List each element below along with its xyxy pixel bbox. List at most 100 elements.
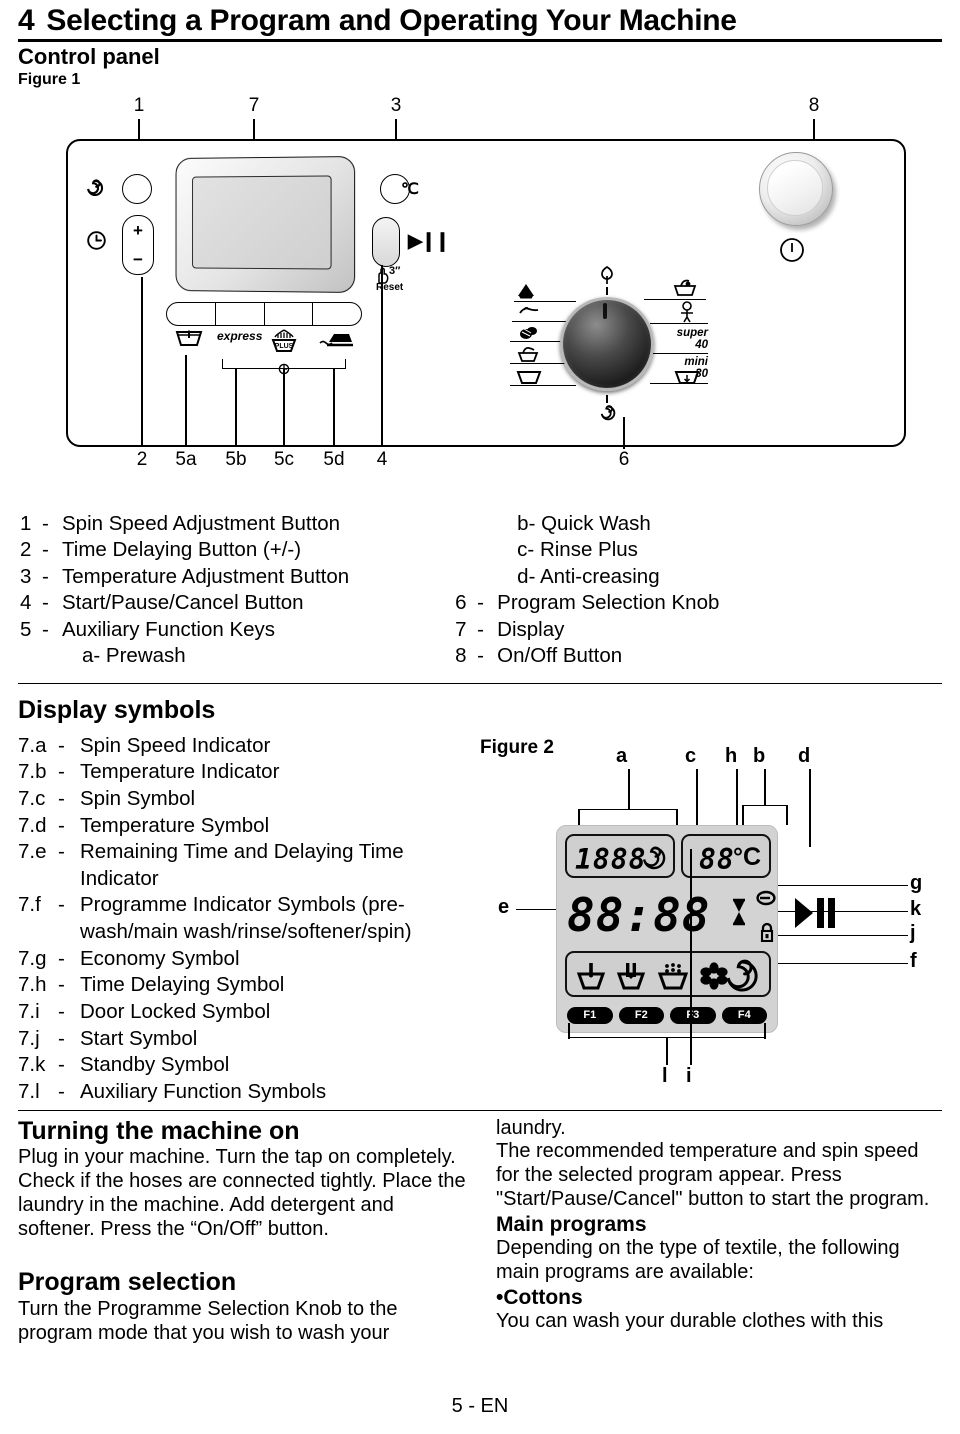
dial-tick-r2: [650, 323, 708, 325]
callout-5c: 5c: [273, 449, 295, 470]
time-delaying-button[interactable]: + −: [122, 215, 154, 275]
on-off-button[interactable]: [759, 152, 833, 226]
figure2-line-d: [809, 768, 811, 847]
list-item: 7.a - Spin Speed Indicator: [18, 733, 480, 760]
ds-text-cont: Indicator: [80, 866, 159, 890]
program-selection-knob[interactable]: [560, 297, 654, 391]
rinse-indicator-icon: [657, 962, 689, 995]
figure1-control-panel: 1 7 3 8 + − express PLUS ℃ ▶❙❙ 3″ Reset …: [14, 95, 946, 497]
figure2-bracket-a: [578, 808, 679, 811]
legend-text: Temperature Adjustment Button: [62, 564, 350, 588]
legend-column-right: b- Quick Wash c- Rinse Plus d- Anti-crea…: [455, 511, 719, 670]
start-pause-cancel-button[interactable]: [372, 217, 400, 267]
ds-dash: -: [58, 1053, 65, 1077]
figure2-bracket-b: [742, 804, 789, 807]
play-pause-icon: ▶❙❙: [408, 231, 450, 252]
ds-key: 7.g: [18, 946, 47, 970]
dial-prewash-bag-icon: [516, 283, 536, 301]
prewash-icon: [174, 329, 204, 354]
paragraph-main-programs: Depending on the type of textile, the fo…: [496, 1237, 900, 1284]
plus-label: +: [133, 221, 143, 240]
legend-subitem-b: b- Quick Wash: [517, 512, 651, 535]
economy-icon: [756, 890, 776, 911]
legend-item: 3- Temperature Adjustment Button: [20, 564, 349, 590]
power-icon: [779, 237, 805, 268]
aux-key-d[interactable]: [313, 303, 361, 325]
paragraph-cottons: You can wash your durable clothes with t…: [496, 1310, 884, 1333]
ds-text: Spin Speed Indicator: [80, 733, 271, 757]
ds-text: Economy Symbol: [80, 946, 240, 970]
ds-key: 7.b: [18, 760, 47, 784]
temperature-indicator-box: 88 °C: [681, 833, 772, 878]
figure2-line-f: [776, 962, 909, 965]
aux-key-c[interactable]: [265, 303, 314, 325]
spin-speed-adjustment-button[interactable]: [122, 174, 152, 204]
figure2-callout-b: b: [753, 744, 766, 767]
spin-indicator-icon: [725, 959, 759, 998]
ds-text: Temperature Indicator: [80, 760, 280, 784]
callout-1: 1: [133, 95, 145, 116]
figure2-display-symbols: Figure 2 a c h b d e g k j f 1888 88 °C …: [480, 733, 946, 1093]
dial-bottom-spin-icon: [598, 403, 618, 428]
callout-4: 4: [376, 449, 388, 470]
aux-key-b[interactable]: [216, 303, 265, 325]
legend-num: 6: [455, 591, 467, 615]
callout-3: 3: [390, 95, 402, 116]
anti-creasing-icon: [319, 329, 355, 356]
dial-baby-icon: [676, 301, 698, 325]
figure2-line-a: [628, 768, 630, 809]
ds-text: Programme Indicator Symbols (pre-: [80, 893, 405, 917]
legend-text: Auxiliary Function Keys: [62, 617, 276, 641]
display-symbols-list: 7.a - Spin Speed Indicator 7.b - Temperature…: [14, 733, 480, 1106]
legend-dash: -: [42, 538, 49, 562]
list-item: 7.k - Standby Symbol: [18, 1052, 480, 1079]
ds-key: 7.j: [18, 1026, 40, 1050]
legend-item: 7- Display: [455, 617, 719, 643]
auxiliary-function-keys[interactable]: [166, 302, 362, 326]
callout-line-5c: [283, 369, 285, 447]
f-pill-2: F2: [618, 1006, 665, 1024]
figure2-line-k: [768, 910, 909, 913]
callout-6: 6: [618, 449, 630, 470]
express-label: express: [217, 329, 263, 343]
legend-dash: -: [477, 644, 484, 668]
time-delay-icon: [86, 230, 107, 256]
dial-tick-2: [512, 321, 570, 323]
ds-key: 7.i: [18, 1000, 40, 1024]
ds-text: Standby Symbol: [80, 1053, 230, 1077]
degree-celsius-label: ℃: [401, 181, 419, 198]
ds-dash: -: [58, 1026, 65, 1050]
ds-text: Start Symbol: [80, 1026, 198, 1050]
legend-num: 5: [20, 617, 32, 641]
chapter-title-text: Selecting a Program and Operating Your M…: [46, 4, 737, 37]
ds-dash: -: [58, 946, 65, 970]
figure2-callout-e: e: [498, 895, 510, 918]
figure2-line-b: [764, 768, 766, 805]
callout-5d: 5d: [323, 449, 345, 470]
list-item: 7.f - Programme Indicator Symbols (pre-: [18, 892, 480, 919]
legend-num: 2: [20, 538, 32, 562]
legend-dash: -: [42, 617, 49, 641]
legend-item: 1- Spin Speed Adjustment Button: [20, 511, 349, 537]
ds-text: Time Delaying Symbol: [80, 973, 285, 997]
legend-item: 5- Auxiliary Function Keys: [20, 617, 349, 643]
spin-speed-icon: [84, 177, 106, 204]
legend-num: 1: [20, 512, 32, 535]
figure1-legend: 1- Spin Speed Adjustment Button 2- Time De…: [14, 511, 946, 670]
callout-line-2: [141, 277, 143, 447]
aux-bracket-d-icon: [278, 363, 290, 378]
legend-dash: -: [477, 591, 484, 615]
aux-key-a[interactable]: [167, 303, 216, 325]
ds-key: 7.f: [18, 893, 41, 917]
svg-text:PLUS: PLUS: [275, 343, 294, 350]
dial-bottom-tick: [606, 395, 608, 403]
dial-tick-4: [510, 363, 572, 365]
body-column-left: Turning the machine on Plug in your mach…: [14, 1117, 468, 1346]
express-icon: express: [217, 329, 262, 343]
legend-text: On/Off Button: [497, 644, 623, 668]
legend-dash: -: [42, 512, 49, 535]
auxiliary-function-symbols: F1 F2 F3 F4: [567, 1006, 768, 1024]
ds-dash: -: [58, 893, 65, 917]
figure2-callout-l: l: [662, 1064, 668, 1087]
legend-item: 8- On/Off Button: [455, 643, 719, 669]
